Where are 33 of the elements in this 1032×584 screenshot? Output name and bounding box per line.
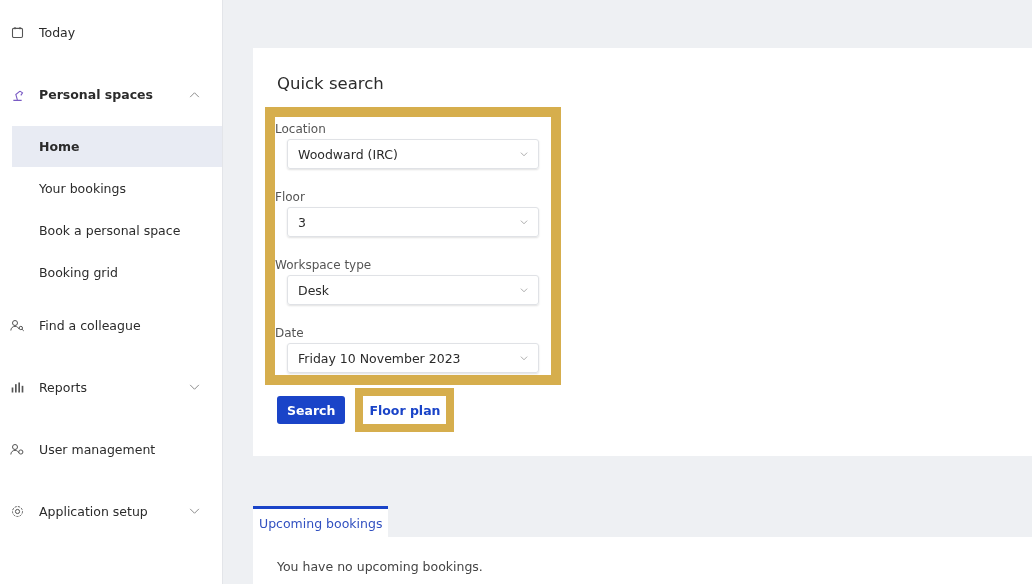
dropdown-field[interactable]: 3 [287, 207, 539, 237]
nav-subitem[interactable]: Home [12, 126, 222, 167]
empty-message: You have no upcoming bookings. [277, 559, 484, 574]
search-button[interactable]: Search [277, 396, 346, 424]
field-label: Workspace type [275, 257, 373, 273]
calendar-icon [10, 24, 25, 40]
field-label: Date [275, 325, 305, 341]
nav-group[interactable]: Personal spaces [39, 86, 189, 102]
dropdown-field[interactable]: Woodward (IRC) [287, 139, 539, 169]
nav-group[interactable]: Application setup [39, 503, 189, 519]
nav-link[interactable]: User management [39, 441, 200, 457]
nav-subitem[interactable]: Booking grid [12, 252, 222, 293]
nav-group[interactable]: Reports [39, 379, 189, 395]
field-label: Floor [275, 189, 306, 205]
dropdown-field[interactable]: Friday 10 November 2023 [287, 343, 539, 373]
people-gear-icon [10, 441, 25, 457]
field-label: Location [275, 121, 327, 137]
nav-subitem[interactable]: Your bookings [12, 168, 222, 209]
nav-link[interactable]: Today [39, 24, 200, 40]
chevron-icon[interactable] [189, 383, 200, 391]
nav-subitem[interactable]: Book a personal space [12, 210, 222, 251]
chevron-icon [520, 355, 528, 361]
chevron-icon[interactable] [189, 507, 200, 515]
chevron-icon [520, 151, 528, 157]
gear-icon [10, 503, 25, 519]
nav-link[interactable]: Find a colleague [39, 317, 200, 333]
card-title: Quick search [277, 74, 385, 93]
dropdown-field[interactable]: Desk [287, 275, 539, 305]
chevron-icon [520, 219, 528, 225]
tab[interactable]: Upcoming bookings [253, 506, 389, 537]
people-search-icon [10, 317, 25, 333]
chevron-icon [520, 287, 528, 293]
chevron-icon[interactable] [189, 90, 200, 98]
